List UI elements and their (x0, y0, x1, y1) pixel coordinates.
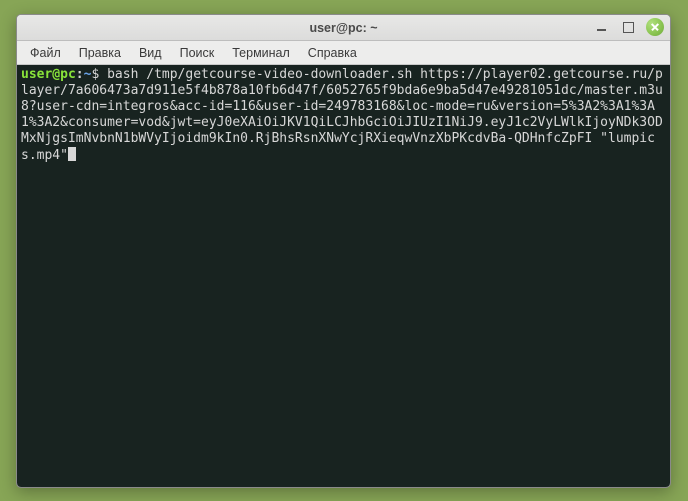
minimize-icon[interactable] (592, 18, 610, 36)
terminal-area[interactable]: user@pc:~$ bash /tmp/getcourse-video-dow… (17, 65, 670, 487)
command-text: bash /tmp/getcourse-video-downloader.sh … (21, 67, 663, 163)
menu-edit[interactable]: Правка (70, 44, 130, 62)
menu-terminal[interactable]: Терминал (223, 44, 299, 62)
terminal-window: user@pc: ~ Файл Правка Вид Поиск Термина… (16, 14, 671, 488)
command-line: user@pc:~$ bash /tmp/getcourse-video-dow… (21, 67, 666, 164)
cursor-icon (68, 147, 76, 161)
window-controls (592, 18, 664, 36)
window-title: user@pc: ~ (17, 21, 670, 35)
menu-file[interactable]: Файл (21, 44, 70, 62)
menu-search[interactable]: Поиск (171, 44, 224, 62)
prompt-user: user@pc (21, 67, 76, 82)
menu-view[interactable]: Вид (130, 44, 171, 62)
close-icon[interactable] (646, 18, 664, 36)
prompt-colon: : (76, 67, 84, 82)
prompt-dollar: $ (91, 67, 107, 82)
titlebar[interactable]: user@pc: ~ (17, 15, 670, 41)
menubar: Файл Правка Вид Поиск Терминал Справка (17, 41, 670, 65)
maximize-icon[interactable] (619, 18, 637, 36)
menu-help[interactable]: Справка (299, 44, 366, 62)
